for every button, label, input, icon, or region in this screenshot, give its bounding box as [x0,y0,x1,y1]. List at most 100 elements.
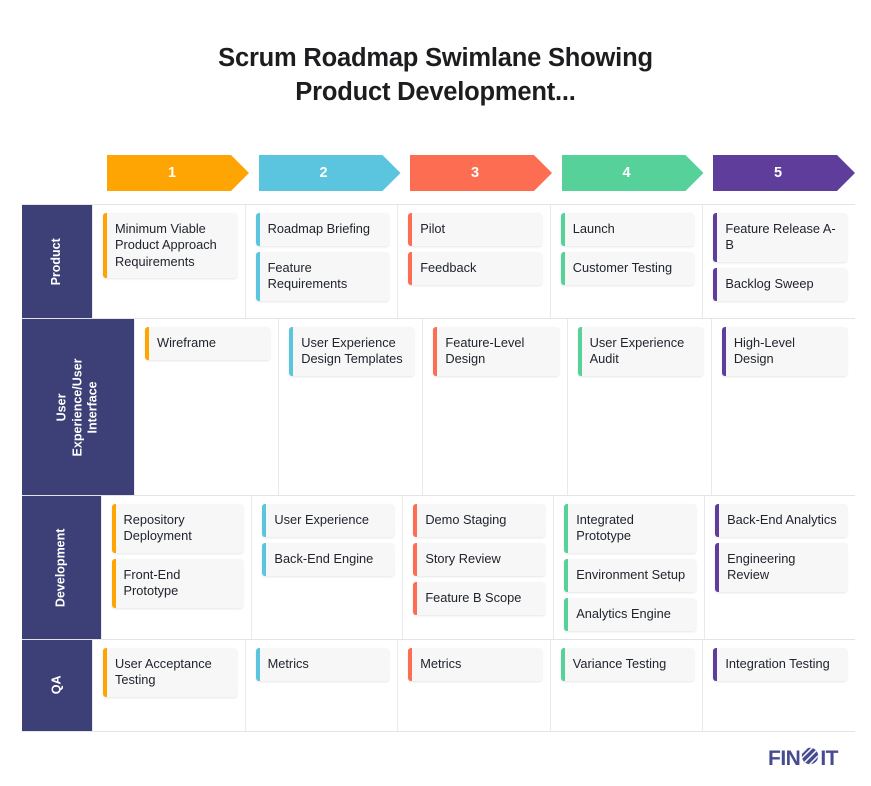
task-card-label: Demo Staging [425,512,507,527]
task-card[interactable]: Environment Setup [564,558,697,592]
swimlane-cell: Integrated Prototype Environment Setup Ana… [553,496,704,639]
task-card[interactable]: User Experience [262,504,395,537]
task-card-label: Feedback [420,260,477,275]
task-card[interactable]: Integrated Prototype [564,504,697,553]
stage-arrow-label: 2 [319,165,328,181]
task-card-accent-bar [255,647,260,681]
task-card[interactable]: Analytics Engine [564,597,697,631]
swimlane-label: Development [53,528,68,607]
stage-arrow-3[interactable]: 3 [410,155,552,191]
swimlane-cell: Back-End Analytics Engineering Review [704,496,855,639]
task-card[interactable]: Repository Deployment [111,504,244,553]
task-card[interactable]: Story Review [413,543,546,576]
task-card[interactable]: Feature Release A-B [713,213,847,262]
task-card[interactable]: Feedback [408,252,542,285]
task-card-label: Repository Deployment [123,512,192,544]
stage-arrow-2[interactable]: 2 [259,155,401,191]
task-card-label: Back-End Analytics [727,512,837,527]
stage-arrow-label: 4 [622,165,631,181]
task-card[interactable]: Back-End Engine [262,543,395,576]
task-card[interactable]: Back-End Analytics [715,504,848,537]
task-card[interactable]: Engineering Review [715,543,848,592]
stage-arrow-5[interactable]: 5 [713,155,855,191]
task-card-label: Analytics Engine [576,605,671,621]
swimlane-cell: User Experience Audit [566,319,711,495]
task-card-label: Variance Testing [572,655,667,671]
swimlane-cells: Wireframe User Experience Design Template… [134,319,855,495]
task-card[interactable]: Demo Staging [413,504,546,537]
task-card[interactable]: Launch [560,213,695,246]
task-card[interactable]: Feature B Scope [413,582,546,615]
swimlane-cell: User Experience Design Templates [278,319,422,495]
swimlane-cell: Feature Release A-B Backlog Sweep [702,205,855,318]
stage-arrow-label: 1 [167,165,177,181]
task-card[interactable]: Wireframe [145,327,271,360]
task-card-label: User Experience Design Templates [301,335,403,367]
stage-arrow-4[interactable]: 4 [562,155,704,191]
task-card-label: Front-End Prototype [123,566,181,599]
finoit-logo: FIN IT [768,746,838,772]
swimlane-cells: User Acceptance Testing Metrics Metrics Var… [92,639,855,731]
task-card-label: User Acceptance Testing [115,655,212,688]
task-card[interactable]: Roadmap Briefing [255,213,390,246]
swimlane-label-cell: Development [22,496,101,639]
task-card-label: Feature Requirements [267,260,348,292]
swimlane-cell: Pilot Feedback [397,205,550,318]
task-card[interactable]: Integration Testing [713,647,847,681]
task-card-label: Story Review [425,551,501,566]
task-card[interactable]: Minimum Viable Product Approach Requirem… [103,213,237,279]
task-card-accent-bar [262,504,267,537]
swimlane-cell: Metrics [244,639,398,731]
task-card-label: Feature-Level Design [445,335,525,367]
task-card-accent-bar [560,213,565,246]
stage-arrow-row: 1 2 3 4 5 [107,155,855,191]
task-card[interactable]: Front-End Prototype [111,558,244,608]
task-card[interactable]: Metrics [408,647,542,681]
task-card-accent-bar [560,252,565,285]
task-card[interactable]: Pilot [408,213,542,246]
task-card-accent-bar [715,543,720,592]
task-card-accent-bar [721,327,726,376]
task-card[interactable]: Feature-Level Design [433,327,559,376]
task-card[interactable]: Variance Testing [560,647,695,681]
task-card-label: Integration Testing [725,655,830,671]
stage-arrow-1[interactable]: 1 [107,155,249,191]
task-card[interactable]: User Experience Audit [577,327,703,376]
task-card[interactable]: High-Level Design [721,327,848,376]
task-card-accent-bar [413,582,418,615]
swimlane-cell: Roadmap Briefing Feature Requirements [244,205,398,318]
task-card-accent-bar [713,213,718,262]
swimlane-row: QA User Acceptance Testing Metrics Metrics V… [22,639,855,731]
swimlane-label: User Experience/User Interface [54,358,100,456]
task-card-accent-bar [408,647,413,681]
logo-text-prefix: FIN [768,747,801,770]
swimlane-label-cell: QA [22,639,92,731]
task-card-label: Customer Testing [572,260,673,275]
task-card-label: User Experience Audit [589,335,685,367]
task-card-accent-bar [713,267,718,301]
task-card[interactable]: Customer Testing [560,252,695,285]
task-card-accent-bar [255,213,260,246]
page-title-line-2: Product Development... [295,77,576,106]
task-card[interactable]: Metrics [255,647,390,681]
swimlane-cells: Repository Deployment Front-End Prototype… [100,496,856,639]
task-card-label: Feature B Scope [425,590,522,605]
stage-arrow-label: 5 [773,165,783,181]
task-card-accent-bar [715,504,720,537]
task-card[interactable]: User Experience Design Templates [289,327,415,376]
task-card[interactable]: Backlog Sweep [713,267,847,301]
task-card-accent-bar [262,543,267,576]
task-card[interactable]: User Acceptance Testing [103,647,237,697]
logo-text-suffix: IT [820,747,838,770]
swimlane-cell: High-Level Design [710,319,855,495]
task-card-label: Integrated Prototype [576,512,634,544]
swimlane-row: Development Repository Deployment Front-En… [22,496,855,640]
stage-arrow-label: 3 [470,165,480,181]
task-card[interactable]: Feature Requirements [255,252,390,301]
swimlane-cell: Repository Deployment Front-End Prototype [100,496,252,639]
task-card-accent-bar [564,597,569,631]
task-card-accent-bar [413,504,418,537]
task-card-accent-bar [713,647,718,681]
swimlane-cell: Minimum Viable Product Approach Requirem… [92,205,245,318]
swimlane-cell: Wireframe [134,319,278,495]
